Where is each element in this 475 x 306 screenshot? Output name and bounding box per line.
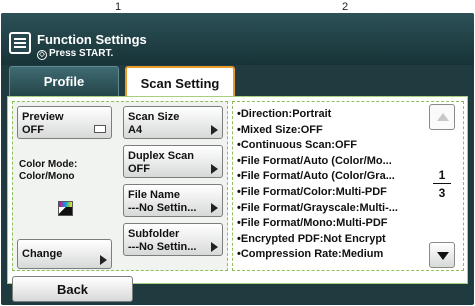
scan-size-value: A4 bbox=[128, 124, 143, 136]
summary-item: •File Format/Mono:Multi-PDF bbox=[237, 217, 388, 230]
summary-item: •Mixed Size:OFF bbox=[237, 123, 323, 136]
header-subtitle: ◇ Press START. bbox=[37, 48, 113, 60]
back-button[interactable]: Back bbox=[12, 276, 133, 302]
preview-label: Preview bbox=[22, 111, 64, 123]
summary-item: •File Format/Grayscale:Multi-... bbox=[237, 201, 398, 214]
chevron-right-icon bbox=[100, 255, 107, 265]
summary-item: •File Format/Color:Multi-PDF bbox=[237, 185, 387, 198]
summary-item: •Direction:Portrait bbox=[237, 108, 332, 120]
triangle-up-icon bbox=[437, 113, 449, 121]
callout-1-label: 1 bbox=[115, 1, 122, 13]
chevron-right-icon bbox=[211, 203, 218, 213]
file-name-button[interactable]: File Name ---No Settin... bbox=[123, 184, 223, 217]
header-subtitle-text: Press START. bbox=[49, 48, 114, 59]
subfolder-label: Subfolder bbox=[128, 228, 180, 240]
summary-item: •Compression Rate:Medium bbox=[237, 248, 384, 261]
duplex-scan-label: Duplex Scan bbox=[128, 150, 195, 162]
settings-panel: Preview OFF Color Mode: Color/Mono Chang… bbox=[12, 101, 228, 271]
color-mode-label: Color Mode: bbox=[19, 159, 78, 170]
start-icon: ◇ bbox=[37, 50, 47, 60]
change-button[interactable]: Change bbox=[17, 239, 112, 269]
file-name-value: ---No Settin... bbox=[128, 202, 197, 214]
scan-size-button[interactable]: Scan Size A4 bbox=[123, 106, 223, 139]
summary-panel: •Direction:Portrait •Mixed Size:OFF •Con… bbox=[232, 101, 464, 271]
subfolder-value: ---No Settin... bbox=[128, 241, 197, 253]
preview-toggle-icon bbox=[94, 125, 106, 133]
subfolder-button[interactable]: Subfolder ---No Settin... bbox=[123, 223, 223, 256]
file-name-label: File Name bbox=[128, 189, 180, 201]
settings-summary-list: •Direction:Portrait •Mixed Size:OFF •Con… bbox=[237, 107, 415, 263]
page-title: Function Settings bbox=[37, 32, 147, 47]
chevron-right-icon bbox=[211, 125, 218, 135]
summary-item: •File Format/Auto (Color/Gra... bbox=[237, 170, 395, 183]
page-total: 3 bbox=[438, 186, 446, 200]
color-mode-value: Color/Mono bbox=[19, 171, 75, 182]
scroll-down-button[interactable] bbox=[429, 242, 455, 268]
tab-scan-setting[interactable]: Scan Setting bbox=[125, 66, 235, 98]
color-mono-icon bbox=[58, 201, 73, 216]
scroll-up-button[interactable] bbox=[429, 104, 455, 130]
preview-button[interactable]: Preview OFF bbox=[17, 106, 112, 139]
content-area: Preview OFF Color Mode: Color/Mono Chang… bbox=[7, 96, 468, 284]
header-bar: Function Settings ◇ Press START. bbox=[1, 13, 474, 65]
change-label: Change bbox=[22, 248, 63, 260]
summary-item: •File Format/Auto (Color/Mo... bbox=[237, 154, 392, 167]
duplex-scan-value: OFF bbox=[128, 163, 150, 175]
chevron-right-icon bbox=[211, 164, 218, 174]
summary-item: •Encrypted PDF:Not Encrypt bbox=[237, 232, 386, 245]
tab-profile[interactable]: Profile bbox=[9, 66, 119, 96]
page-current: 1 bbox=[438, 168, 446, 182]
callout-2-label: 2 bbox=[342, 1, 349, 13]
chevron-right-icon bbox=[211, 242, 218, 252]
device-screen: Function Settings ◇ Press START. Profile … bbox=[1, 13, 474, 305]
triangle-down-icon bbox=[437, 252, 449, 260]
menu-list-icon bbox=[9, 32, 31, 54]
duplex-scan-button[interactable]: Duplex Scan OFF bbox=[123, 145, 223, 178]
summary-item: •Continuous Scan:OFF bbox=[237, 139, 357, 152]
page-divider bbox=[433, 183, 451, 184]
preview-value: OFF bbox=[22, 124, 44, 136]
scan-size-label: Scan Size bbox=[128, 111, 180, 123]
